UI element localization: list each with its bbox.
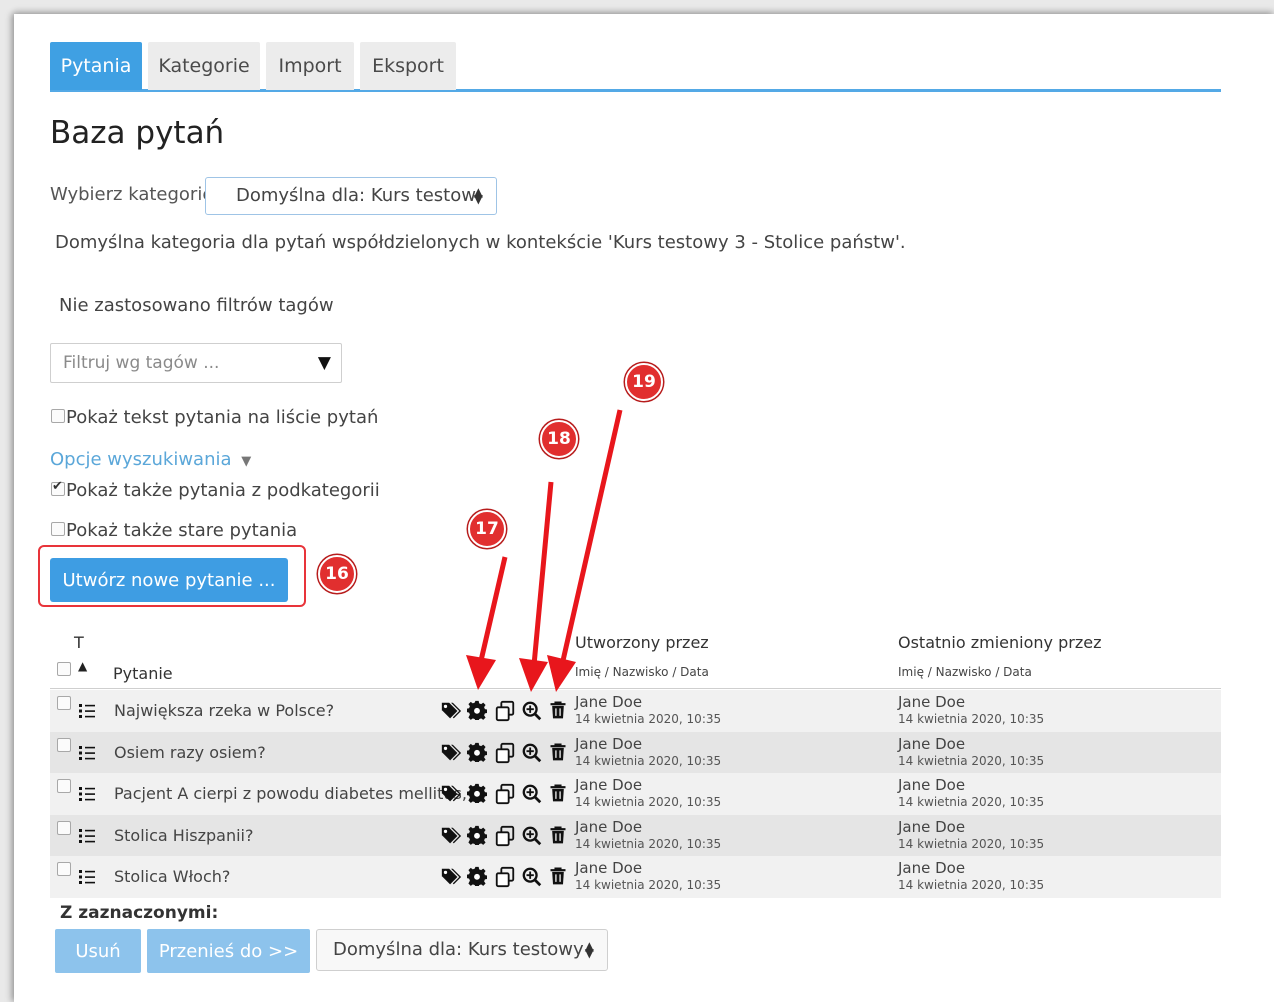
move-to-button[interactable]: Przenieś do >> (147, 929, 310, 973)
move-target-value: Domyślna dla: Kurs testowy (333, 939, 584, 960)
delete-button[interactable]: Usuń (55, 929, 141, 973)
move-target-select[interactable]: Domyślna dla: Kurs testowy ▲ ▼ (316, 929, 608, 971)
select-arrows-icon: ▲ ▼ (584, 939, 594, 960)
arrow-17 (466, 556, 508, 690)
arrow-19 (547, 409, 623, 692)
annotation-arrows (466, 409, 623, 692)
with-selected-label: Z zaznaczonymi: (60, 903, 219, 923)
arrow-18 (519, 481, 554, 692)
